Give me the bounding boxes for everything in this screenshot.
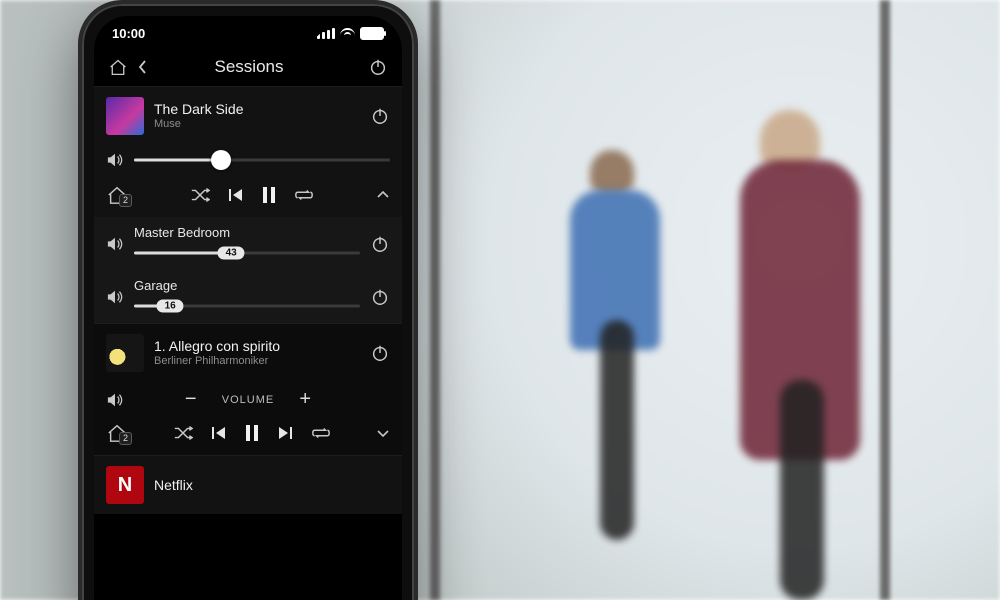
session-power-button[interactable]: [370, 106, 390, 126]
repeat-icon[interactable]: [311, 425, 331, 441]
album-art: [106, 97, 144, 135]
room-row: Master Bedroom 43: [94, 217, 402, 270]
volume-icon[interactable]: [106, 289, 124, 305]
phone-frame: 10:00 Sessions: [78, 0, 418, 600]
room-name: Master Bedroom: [134, 225, 360, 240]
zone-count: 2: [119, 194, 132, 207]
track-artist: Berliner Philharmoniker: [154, 355, 360, 368]
room-name: Garage: [134, 278, 360, 293]
room-volume-slider[interactable]: 16: [134, 297, 360, 315]
volume-slider[interactable]: [134, 151, 390, 169]
previous-icon[interactable]: [211, 426, 227, 440]
zones-button[interactable]: 2: [106, 185, 128, 205]
battery-icon: [360, 27, 384, 40]
room-volume-value: 16: [157, 300, 184, 313]
background-person-child: [590, 150, 634, 194]
nav-bar: Sessions: [94, 48, 402, 86]
room-volume-value: 43: [218, 247, 245, 260]
track-artist: Muse: [154, 118, 360, 131]
pause-icon[interactable]: [262, 187, 276, 203]
room-power-button[interactable]: [370, 287, 390, 307]
zone-count: 2: [119, 432, 132, 445]
room-volume-slider[interactable]: 43: [134, 244, 360, 262]
volume-icon[interactable]: [106, 236, 124, 252]
album-art: [106, 334, 144, 372]
shuffle-icon[interactable]: [190, 187, 210, 203]
zones-button[interactable]: 2: [106, 423, 128, 443]
pause-icon[interactable]: [245, 425, 259, 441]
wifi-icon: [340, 28, 355, 39]
phone-screen: 10:00 Sessions: [94, 16, 402, 600]
session-item: N Netflix: [94, 455, 402, 514]
expand-icon[interactable]: [376, 428, 390, 438]
status-time: 10:00: [112, 26, 145, 41]
volume-down-button[interactable]: −: [182, 388, 200, 411]
background-person-adult: [780, 380, 824, 600]
session-power-button[interactable]: [370, 343, 390, 363]
repeat-icon[interactable]: [294, 187, 314, 203]
volume-up-button[interactable]: +: [296, 388, 314, 411]
shuffle-icon[interactable]: [173, 425, 193, 441]
background-person-child: [600, 320, 634, 540]
netflix-icon: N: [106, 466, 144, 504]
previous-icon[interactable]: [228, 188, 244, 202]
next-icon[interactable]: [277, 426, 293, 440]
phone-notch: [173, 16, 323, 40]
session-header[interactable]: The Dark Side Muse: [94, 87, 402, 145]
sessions-list: The Dark Side Muse: [94, 86, 402, 514]
track-title: Netflix: [154, 477, 390, 494]
room-power-button[interactable]: [370, 234, 390, 254]
page-title: Sessions: [140, 57, 358, 77]
home-icon[interactable]: [108, 58, 128, 76]
session-header[interactable]: N Netflix: [94, 456, 402, 514]
room-row: Garage 16: [94, 270, 402, 323]
volume-icon[interactable]: [106, 392, 124, 408]
track-title: The Dark Side: [154, 101, 360, 118]
volume-label: VOLUME: [222, 394, 274, 406]
volume-icon[interactable]: [106, 152, 124, 168]
track-title: 1. Allegro con spirito: [154, 338, 360, 355]
session-header[interactable]: 1. Allegro con spirito Berliner Philharm…: [94, 324, 402, 382]
power-icon[interactable]: [368, 57, 388, 77]
session-item: The Dark Side Muse: [94, 86, 402, 323]
session-item: 1. Allegro con spirito Berliner Philharm…: [94, 323, 402, 455]
collapse-icon[interactable]: [376, 190, 390, 200]
